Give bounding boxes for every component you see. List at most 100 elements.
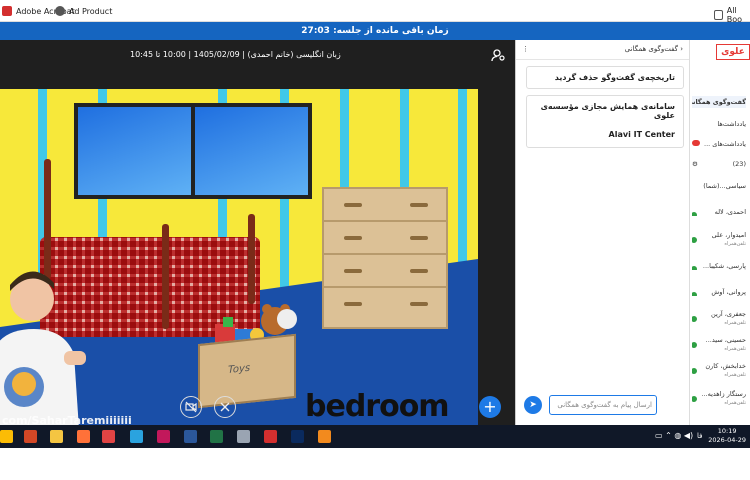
- class-info: زبان انگلیسی (خانم احمدی) | 1405/02/09 |…: [130, 50, 341, 59]
- chat-title[interactable]: ‹ گفت‌وگوی همگانی: [625, 45, 683, 54]
- participant-item[interactable]: رستگار زاهدیه... تلفن‌همراه: [692, 390, 746, 406]
- chat-panel: ‹ گفت‌وگوی همگانی ⋮ تاریخچه‌ی گفت‌وگو حذ…: [515, 40, 690, 425]
- participant-item[interactable]: خدابخش، کارن تلفن‌همراه: [692, 362, 746, 378]
- video-frame: Toys bedroom com/SaharTaremiiiiiii: [0, 89, 478, 428]
- chat-message: سامانه‌ی همایش مجازی مؤسسه‌ی علوی Alavi …: [526, 95, 684, 148]
- powerpoint-icon[interactable]: [24, 430, 37, 443]
- participant-device: تلفن‌همراه: [724, 372, 746, 378]
- mute-icon: [220, 402, 230, 412]
- acrobat-icon: [2, 6, 12, 16]
- dresser-drawer: [324, 222, 446, 255]
- camera-off-button[interactable]: [180, 396, 202, 418]
- participants-count: (23): [732, 160, 746, 168]
- dresser-drawer: [324, 189, 446, 222]
- clock-time: 10:19: [717, 427, 737, 435]
- chat-header: ‹ گفت‌وگوی همگانی ⋮: [516, 40, 689, 60]
- more-options-icon[interactable]: ⋮: [522, 45, 529, 54]
- participant-item[interactable]: امیدوار، علی تلفن‌همراه: [692, 231, 746, 247]
- window-pane: [78, 107, 191, 195]
- tab-shared-notes[interactable]: یادداشت‌های ...: [692, 140, 746, 148]
- dresser: [322, 187, 448, 329]
- bookmark-label: Ad Product: [69, 6, 113, 16]
- participants-header: (23) ⚙: [692, 160, 746, 168]
- chat-title-text: گفت‌وگوی همگانی: [624, 45, 678, 53]
- telegram-icon[interactable]: [130, 430, 143, 443]
- system-tray-icons[interactable]: ▭ ⌃ ◍ ◀): [655, 431, 693, 440]
- microphone-off-button[interactable]: [214, 396, 236, 418]
- participant-name: جعفری، آرین: [711, 310, 746, 318]
- participant-item[interactable]: سیاسی...(شما): [692, 182, 746, 190]
- input-language[interactable]: فا: [697, 432, 702, 440]
- bed-post: [162, 224, 169, 329]
- word-icon[interactable]: [184, 430, 197, 443]
- bookmark-ad-product[interactable]: Ad Product: [55, 6, 112, 16]
- dresser-drawer: [324, 255, 446, 288]
- recorder-icon[interactable]: [102, 430, 115, 443]
- taskbar: ▭ ⌃ ◍ ◀) فا 10:19 2026-04-29: [0, 425, 750, 448]
- participant-name: احمدی، لاله: [714, 208, 746, 216]
- alavi-logo: علوی: [716, 44, 750, 60]
- vlc-icon[interactable]: [318, 430, 331, 443]
- participant-name: پارسی، شکیبا...: [702, 262, 746, 270]
- participant-item[interactable]: حسینی، سید... تلفن‌همراه: [692, 336, 746, 352]
- add-action-button[interactable]: +: [479, 396, 501, 418]
- participant-device: تلفن‌همراه: [724, 346, 746, 352]
- video-area: زبان انگلیسی (خانم احمدی) | 1405/02/09 |…: [0, 40, 515, 428]
- presenter: [0, 271, 86, 428]
- send-button[interactable]: ➤: [524, 396, 542, 414]
- bookmarks-bar: Adobe Acrobat Ad Product All Boo: [0, 0, 750, 24]
- side-panel: علوی گفت‌وگوی همگانی یادداشت‌ها یادداشت‌…: [690, 40, 750, 425]
- publisher-icon[interactable]: [157, 430, 170, 443]
- folder-icon: [714, 10, 723, 20]
- chat-message-text: تاریخچه‌ی گفت‌وگو حذف گردید: [554, 73, 675, 82]
- participant-device: تلفن‌همراه: [724, 400, 746, 406]
- toys-box: Toys: [198, 333, 296, 409]
- wall-stripe: [458, 89, 467, 289]
- chevron-right-icon: ‹: [677, 45, 683, 53]
- camera-off-icon: [185, 401, 197, 413]
- clock-date: 2026-04-29: [708, 436, 746, 444]
- window: [74, 103, 312, 199]
- scene-word: bedroom: [305, 389, 450, 424]
- chat-message: تاریخچه‌ی گفت‌وگو حذف گردید: [526, 66, 684, 89]
- firefox-icon[interactable]: [77, 430, 90, 443]
- chat-message-text: سامانه‌ی همایش مجازی مؤسسه‌ی علوی: [540, 102, 675, 120]
- photoshop-icon[interactable]: [291, 430, 304, 443]
- participant-name: پروانی، آوش: [711, 288, 746, 296]
- online-status-icon: [692, 292, 697, 296]
- participant-name: حسینی، سید...: [705, 336, 746, 344]
- chat-message-sub: Alavi IT Center: [608, 130, 675, 139]
- clock[interactable]: 10:19 2026-04-29: [708, 427, 746, 445]
- window-pane: [195, 107, 308, 195]
- tab-shared-notes-label: یادداشت‌های ...: [704, 140, 746, 148]
- chat-message-input[interactable]: ارسال پیام به گفت‌وگوی همگانی: [549, 395, 657, 415]
- session-timer-text: زمان باقی مانده از جلسه: 27:03: [301, 26, 449, 36]
- tab-public-chat[interactable]: گفت‌وگوی همگانی: [692, 96, 746, 108]
- participant-item[interactable]: جعفری، آرین تلفن‌همراه: [692, 310, 746, 326]
- participant-item[interactable]: احمدی، لاله: [692, 208, 746, 216]
- bed-post: [248, 214, 255, 304]
- chat-input-placeholder: ارسال پیام به گفت‌وگوی همگانی: [557, 401, 652, 409]
- send-icon: ➤: [529, 400, 537, 410]
- participant-name: خدابخش، کارن: [705, 362, 746, 370]
- excel-icon[interactable]: [210, 430, 223, 443]
- participant-device: تلفن‌همراه: [724, 241, 746, 247]
- online-status-icon: [692, 212, 697, 216]
- chrome-icon[interactable]: [0, 430, 13, 443]
- participant-item[interactable]: پروانی، آوش: [692, 288, 746, 296]
- participant-name: امیدوار، علی: [711, 231, 746, 239]
- online-status-icon: [692, 266, 697, 270]
- participant-item[interactable]: پارسی، شکیبا...: [692, 262, 746, 270]
- participant-name: سیاسی...(شما): [703, 182, 746, 190]
- user-settings-icon[interactable]: [491, 48, 505, 62]
- unread-badge: [692, 140, 700, 146]
- pdf-icon[interactable]: [264, 430, 277, 443]
- gear-icon[interactable]: ⚙: [692, 160, 698, 168]
- tab-notes[interactable]: یادداشت‌ها: [692, 120, 746, 128]
- toys-box-label: Toys: [228, 362, 251, 376]
- file-explorer-icon[interactable]: [50, 430, 63, 443]
- network-icon[interactable]: [237, 430, 250, 443]
- session-timer-bar: زمان باقی مانده از جلسه: 27:03: [0, 22, 750, 40]
- participant-device: تلفن‌همراه: [724, 320, 746, 326]
- dresser-drawer: [324, 288, 446, 321]
